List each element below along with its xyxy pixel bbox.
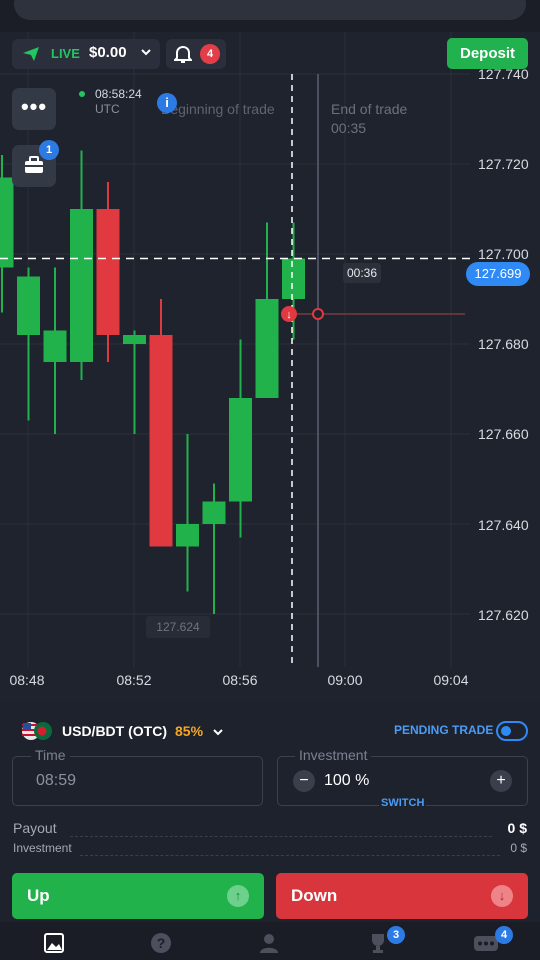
x-axis-label: 08:56 bbox=[222, 672, 258, 688]
switch-button[interactable]: SWITCH bbox=[379, 797, 427, 809]
payout-label: Payout bbox=[13, 820, 57, 836]
candle-body bbox=[176, 524, 199, 547]
investment-value[interactable]: 100 % bbox=[324, 772, 369, 790]
chart-image-icon[interactable] bbox=[43, 932, 65, 954]
notifications-button[interactable]: 4 bbox=[166, 39, 226, 69]
up-button[interactable]: Up ↑ bbox=[12, 873, 264, 919]
more-dots-icon: ••• bbox=[20, 94, 48, 119]
payout-percent: 85% bbox=[175, 723, 204, 739]
trophy-badge: 3 bbox=[387, 926, 405, 944]
more-badge: 4 bbox=[495, 926, 513, 944]
y-axis-label: 127.700 bbox=[478, 246, 529, 262]
balance: $0.00 bbox=[89, 44, 127, 61]
decrease-investment-button[interactable]: − bbox=[293, 770, 315, 792]
bottom-navigation: ? 3 4 bbox=[0, 922, 540, 960]
payout-value: 0 $ bbox=[507, 820, 527, 836]
price-chart[interactable]: ↓ bbox=[0, 32, 540, 702]
low-price-tag: 127.624 bbox=[146, 616, 210, 638]
time-field[interactable]: Time 08:59 bbox=[12, 747, 263, 806]
candle-body bbox=[70, 209, 93, 362]
account-selector[interactable]: LIVE $0.00 bbox=[12, 39, 160, 69]
trade-end-marker bbox=[312, 308, 324, 320]
current-price-tag: 127.699 bbox=[466, 262, 530, 286]
time-label: Time bbox=[31, 747, 70, 763]
svg-text:?: ? bbox=[157, 935, 166, 951]
chart-canvas: ↓ bbox=[0, 32, 470, 667]
toggle-knob bbox=[501, 726, 511, 736]
divider bbox=[70, 836, 492, 837]
x-axis-label: 09:04 bbox=[433, 672, 469, 688]
currency-pair-flags-icon bbox=[22, 722, 52, 740]
briefcase-icon bbox=[25, 156, 43, 173]
candle-body bbox=[202, 501, 226, 524]
trade-overlays: ↓ bbox=[0, 74, 470, 667]
candle-body bbox=[17, 276, 40, 335]
end-of-trade-time: 00:35 bbox=[331, 120, 367, 136]
bell-icon bbox=[174, 45, 192, 63]
trades-badge: 1 bbox=[39, 140, 59, 160]
timezone: UTC bbox=[95, 102, 120, 116]
x-axis-label: 09:00 bbox=[327, 672, 363, 688]
end-of-trade-label: End of trade bbox=[331, 101, 408, 117]
up-label: Up bbox=[27, 886, 50, 905]
y-axis-label: 127.680 bbox=[478, 336, 529, 352]
pending-trade-label: PENDING TRADE bbox=[394, 723, 494, 737]
browser-url-bar: market-qxtrade bbox=[0, 0, 540, 32]
investment-row-label: Investment bbox=[13, 841, 72, 855]
y-axis-label: 127.740 bbox=[478, 66, 529, 82]
server-time: 08:58:24 bbox=[95, 87, 142, 101]
pending-trade-toggle[interactable] bbox=[496, 721, 528, 741]
beginning-of-trade-label: Beginning of trade bbox=[161, 101, 275, 117]
currency-pair[interactable]: USD/BDT (OTC) bbox=[62, 723, 167, 739]
profile-icon[interactable] bbox=[258, 932, 280, 954]
candle-body bbox=[229, 398, 252, 502]
candle-body bbox=[0, 177, 14, 268]
increase-investment-button[interactable]: + bbox=[490, 770, 512, 792]
info-icon[interactable]: i bbox=[157, 93, 177, 113]
chevron-down-icon bbox=[141, 49, 151, 56]
candle-body bbox=[282, 258, 305, 299]
notifications-badge: 4 bbox=[200, 44, 220, 64]
down-label: Down bbox=[291, 886, 338, 905]
arrow-up-icon: ↑ bbox=[227, 885, 249, 907]
arrow-down-icon: ↓ bbox=[491, 885, 513, 907]
y-axis-label: 127.660 bbox=[478, 426, 529, 442]
live-dot bbox=[79, 91, 85, 97]
arrow-down-icon: ↓ bbox=[286, 309, 292, 321]
paper-plane-icon bbox=[23, 47, 39, 61]
more-options-button[interactable]: ••• bbox=[12, 88, 56, 130]
deposit-button[interactable]: Deposit bbox=[447, 38, 528, 69]
candle-body bbox=[123, 335, 146, 344]
url-text: market-qxtrade bbox=[14, 0, 526, 2]
investment-row-value: 0 $ bbox=[510, 841, 527, 855]
expiry-countdown: 00:36 bbox=[343, 263, 381, 283]
help-icon[interactable]: ? bbox=[150, 932, 172, 954]
y-axis-label: 127.720 bbox=[478, 156, 529, 172]
y-axis-label: 127.640 bbox=[478, 517, 529, 533]
account-mode: LIVE bbox=[51, 46, 80, 61]
x-axis-label: 08:52 bbox=[116, 672, 152, 688]
chevron-down-icon[interactable] bbox=[212, 726, 224, 738]
investment-label: Investment bbox=[295, 747, 372, 763]
candle-body bbox=[96, 209, 120, 335]
y-axis-label: 127.620 bbox=[478, 607, 529, 623]
time-value: 08:59 bbox=[36, 772, 77, 789]
address-field[interactable]: market-qxtrade bbox=[14, 0, 526, 20]
candle-body bbox=[149, 335, 173, 547]
down-button[interactable]: Down ↓ bbox=[276, 873, 528, 919]
x-axis-label: 08:48 bbox=[9, 672, 45, 688]
divider bbox=[80, 855, 500, 856]
candles bbox=[0, 150, 305, 614]
candle-body bbox=[43, 330, 67, 362]
candle-body bbox=[255, 299, 279, 398]
